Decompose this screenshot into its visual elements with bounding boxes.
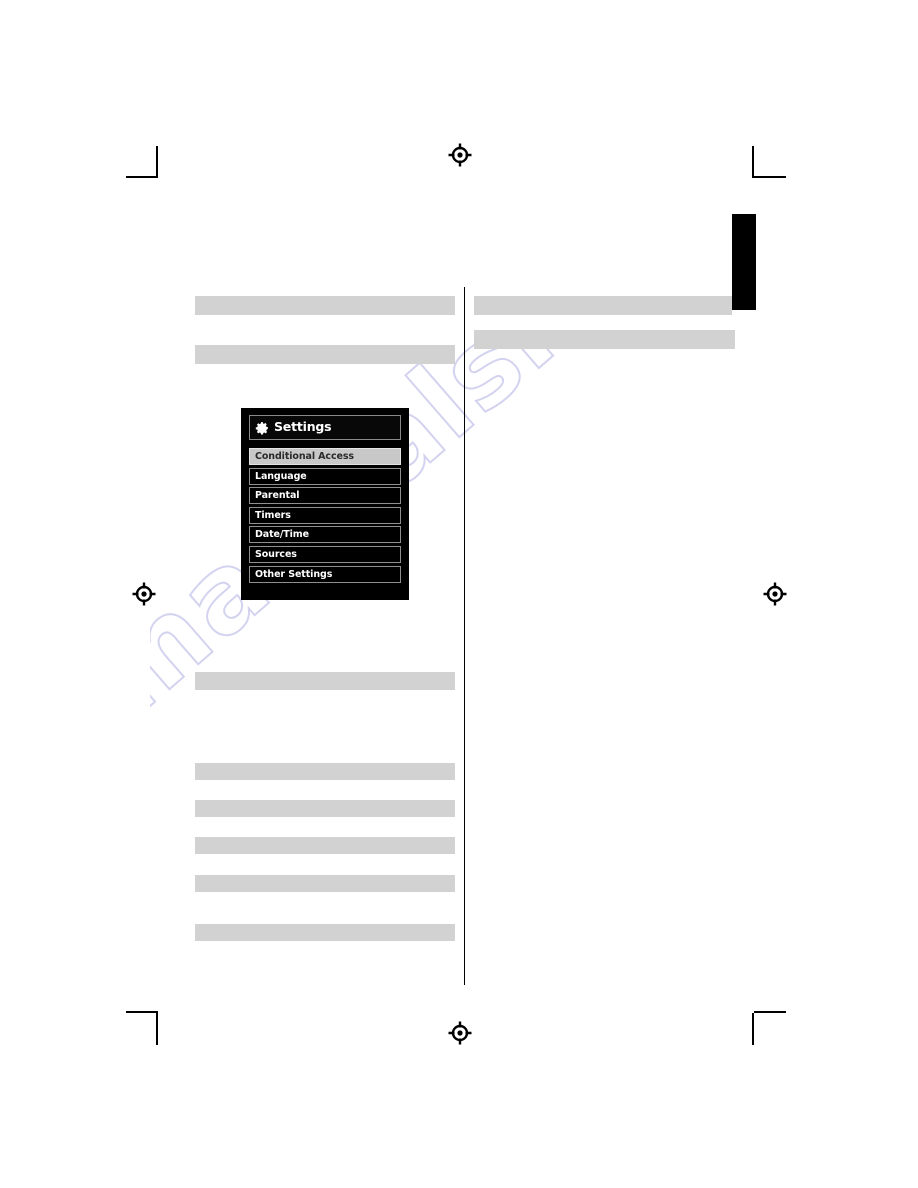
column-divider bbox=[464, 287, 465, 985]
redacted-text-line bbox=[195, 345, 455, 364]
registration-target-right bbox=[763, 582, 787, 606]
redacted-text-line bbox=[474, 296, 732, 315]
registration-target-bottom bbox=[448, 1021, 472, 1045]
settings-menu-item-language[interactable]: Language bbox=[249, 467, 401, 485]
redacted-text-line bbox=[195, 875, 455, 892]
settings-menu-item-timers[interactable]: Timers bbox=[249, 506, 401, 524]
crop-mark-line-v bbox=[156, 1013, 158, 1045]
gear-icon bbox=[255, 421, 269, 435]
crop-mark-line-h bbox=[126, 1011, 158, 1013]
settings-title-bar: Settings bbox=[249, 415, 401, 440]
registration-target-left bbox=[132, 582, 156, 606]
registration-target-top bbox=[448, 143, 472, 167]
crop-mark-line-v bbox=[752, 1013, 754, 1045]
redacted-text-line bbox=[195, 837, 455, 854]
crop-mark-line-v bbox=[156, 146, 158, 178]
scanned-manual-page: manualshive.com Settings Conditional Acc… bbox=[0, 0, 918, 1188]
settings-menu-item-parental[interactable]: Parental bbox=[249, 487, 401, 505]
redacted-text-line bbox=[195, 296, 455, 315]
settings-title-label: Settings bbox=[274, 419, 332, 435]
section-thumb-tab bbox=[732, 214, 756, 310]
crop-mark-line-v bbox=[752, 146, 754, 178]
redacted-text-line bbox=[195, 800, 455, 817]
redacted-text-line bbox=[195, 763, 455, 780]
settings-osd-panel: Settings Conditional Access Language Paren… bbox=[241, 408, 409, 600]
settings-menu-item-date-time[interactable]: Date/Time bbox=[249, 526, 401, 544]
settings-menu-item-other-settings[interactable]: Other Settings bbox=[249, 565, 401, 583]
settings-menu-list[interactable]: Conditional Access Language Parental Timers… bbox=[249, 448, 401, 583]
settings-menu-item-conditional-access[interactable]: Conditional Access bbox=[249, 448, 401, 465]
redacted-text-line bbox=[474, 330, 735, 349]
crop-mark-line-h bbox=[754, 1011, 786, 1013]
redacted-text-line bbox=[195, 924, 455, 941]
crop-mark-line-h bbox=[126, 176, 158, 178]
crop-mark-line-h bbox=[754, 176, 786, 178]
redacted-text-line bbox=[195, 672, 455, 690]
settings-menu-item-sources[interactable]: Sources bbox=[249, 545, 401, 563]
